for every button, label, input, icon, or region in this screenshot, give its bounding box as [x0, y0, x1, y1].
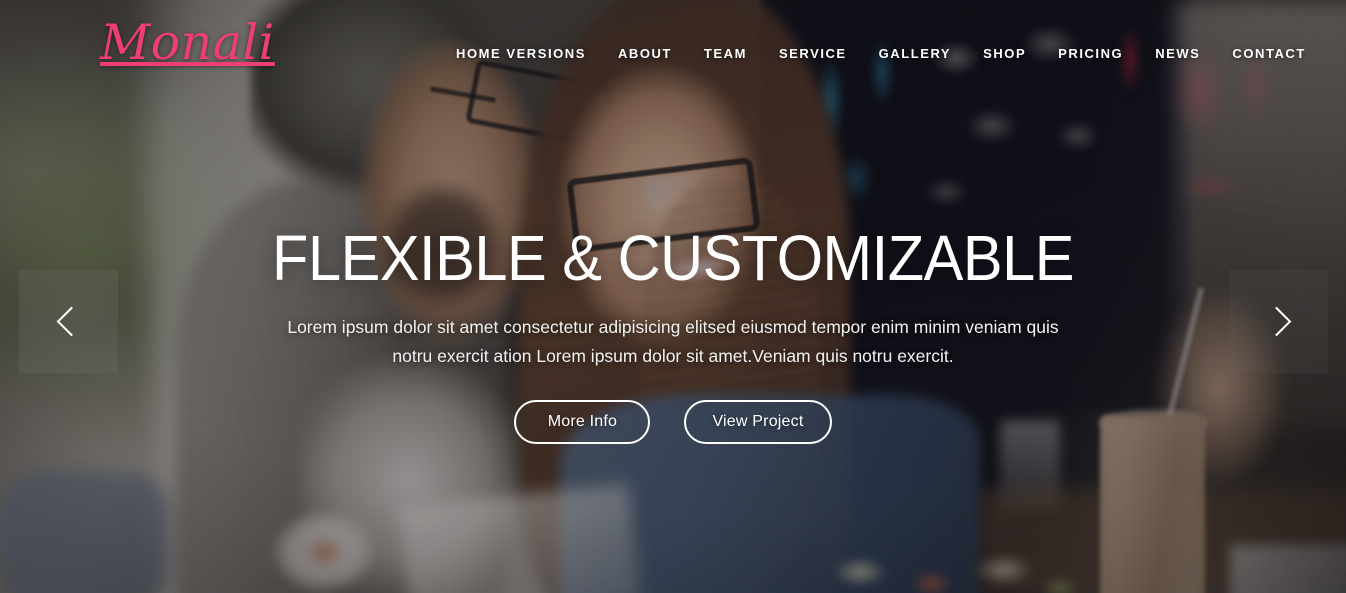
nav-home-versions[interactable]: HOME VERSIONS: [440, 42, 602, 65]
hero-content: FLEXIBLE & CUSTOMIZABLE Lorem ipsum dolo…: [0, 222, 1346, 444]
hero-title: FLEXIBLE & CUSTOMIZABLE: [272, 222, 1074, 294]
chevron-right-icon: [1261, 306, 1291, 337]
hero-slider: Monali HOME VERSIONS ABOUT TEAM SERVICE …: [0, 0, 1346, 593]
view-project-button[interactable]: View Project: [684, 399, 832, 444]
nav-service[interactable]: SERVICE: [763, 42, 863, 65]
nav-gallery[interactable]: GALLERY: [863, 42, 967, 65]
main-navigation: HOME VERSIONS ABOUT TEAM SERVICE GALLERY…: [440, 42, 1322, 65]
nav-about[interactable]: ABOUT: [602, 42, 688, 65]
brand-logo[interactable]: Monali: [100, 18, 275, 67]
nav-pricing[interactable]: PRICING: [1042, 42, 1139, 65]
hero-actions: More Info View Project: [140, 399, 1206, 444]
site-header: Monali HOME VERSIONS ABOUT TEAM SERVICE …: [0, 0, 1346, 105]
more-info-button[interactable]: More Info: [514, 399, 651, 444]
nav-news[interactable]: NEWS: [1139, 42, 1216, 65]
chevron-left-icon: [56, 306, 86, 337]
nav-shop[interactable]: SHOP: [967, 42, 1042, 65]
hero-description: Lorem ipsum dolor sit amet consectetur a…: [287, 317, 1059, 366]
nav-team[interactable]: TEAM: [688, 42, 763, 65]
nav-contact[interactable]: CONTACT: [1216, 42, 1321, 65]
slider-prev-button[interactable]: [19, 270, 118, 373]
slider-next-button[interactable]: [1229, 270, 1328, 373]
